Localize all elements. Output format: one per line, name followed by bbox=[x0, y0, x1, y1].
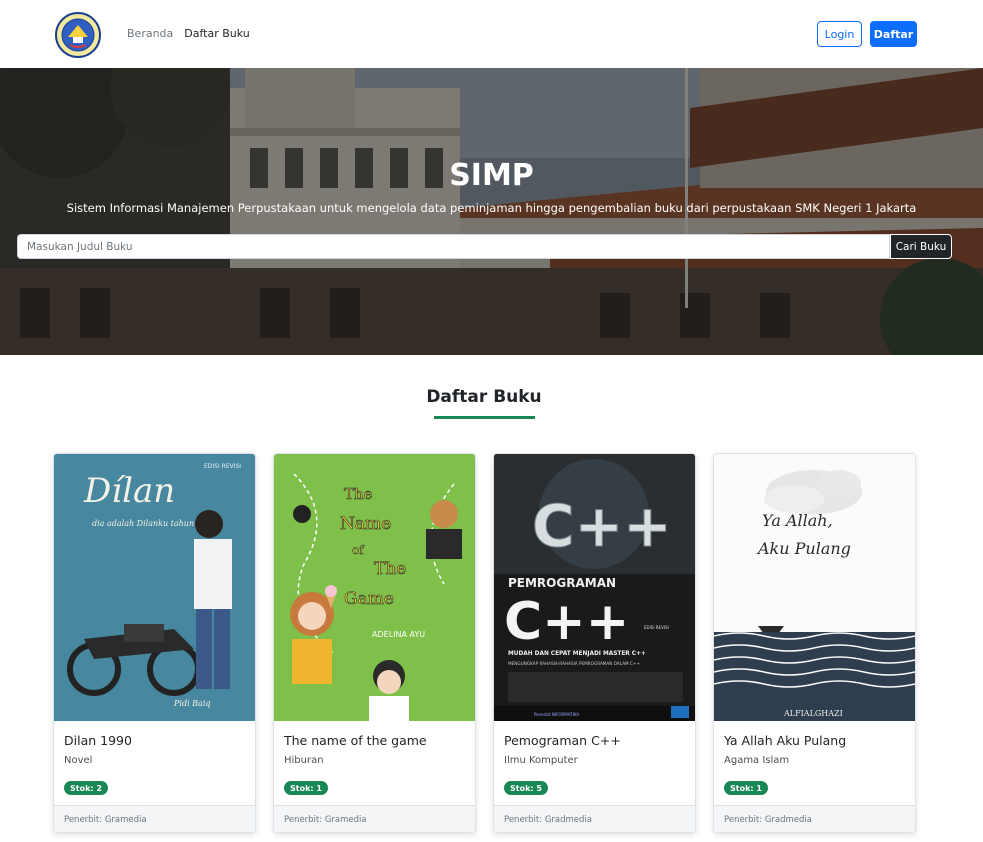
card-footer: Penerbit: Gramedia bbox=[274, 805, 475, 832]
cpp-publisher-text: Penerbit INFORMATIKA bbox=[534, 712, 579, 717]
card-footer: Penerbit: Gradmedia bbox=[714, 805, 915, 832]
section-title: Daftar Buku bbox=[426, 387, 542, 407]
yaallah-title-line1-text: Ya Allah, bbox=[762, 511, 833, 530]
search-input[interactable] bbox=[17, 234, 890, 259]
book-category: Ilmu Komputer bbox=[504, 755, 578, 766]
game-line2-text: Name bbox=[340, 514, 391, 534]
hero-banner: SIMP Sistem Informasi Manajemen Perpusta… bbox=[0, 68, 983, 355]
book-title[interactable]: Dilan 1990 bbox=[64, 733, 132, 748]
register-button[interactable]: Daftar bbox=[870, 21, 917, 47]
cpp-sub-tagline-text: MENGUNGKAP RAHASIA-RAHASIA PEMROGRAMAN D… bbox=[508, 661, 640, 666]
navbar: Beranda Daftar Buku Login Daftar bbox=[0, 0, 983, 68]
cpp-edition-text: EDISI REVISI bbox=[644, 625, 669, 630]
book-title[interactable]: The name of the game bbox=[284, 733, 427, 748]
yaallah-title-line2-text: Aku Pulang bbox=[756, 539, 851, 558]
book-category: Novel bbox=[64, 755, 93, 766]
dilan-edition-text: EDISI REVISI bbox=[204, 463, 241, 470]
cpp-logo-text: C++ bbox=[532, 492, 672, 560]
game-line3-text: of bbox=[352, 543, 365, 557]
cpp-big-text: C++ bbox=[504, 592, 629, 652]
game-line4-text: The bbox=[374, 559, 406, 579]
book-publisher: Penerbit: Gramedia bbox=[284, 815, 367, 825]
yaallah-author-text: ALFIALGHAZI bbox=[783, 709, 843, 718]
stock-badge: Stok: 2 bbox=[64, 781, 108, 795]
book-publisher: Penerbit: Gramedia bbox=[64, 815, 147, 825]
game-line5-text: Game bbox=[344, 589, 394, 609]
dilan-title-text: Dílan bbox=[83, 471, 175, 511]
search-button[interactable]: Cari Buku bbox=[890, 234, 952, 259]
stock-badge: Stok: 1 bbox=[724, 781, 768, 795]
cpp-tagline-text: MUDAH DAN CEPAT MENJADI MASTER C++ bbox=[508, 651, 646, 657]
book-category: Hiburan bbox=[284, 755, 324, 766]
dilan-author-text: Pidi Baiq bbox=[173, 699, 211, 708]
book-publisher: Penerbit: Gradmedia bbox=[504, 815, 592, 825]
dilan-cover-image[interactable]: EDISI REVISI Dílan dia adalah Dilanku ta… bbox=[54, 454, 255, 721]
book-card[interactable]: EDISI REVISI Dílan dia adalah Dilanku ta… bbox=[53, 453, 256, 833]
nav-link-daftar-buku[interactable]: Daftar Buku bbox=[184, 27, 249, 40]
cpp-heading-text: PEMROGRAMAN bbox=[508, 576, 616, 590]
stock-badge: Stok: 5 bbox=[504, 781, 548, 795]
book-title[interactable]: Ya Allah Aku Pulang bbox=[724, 733, 846, 748]
hero-subtitle: Sistem Informasi Manajemen Perpustakaan … bbox=[66, 201, 917, 215]
book-category: Agama Islam bbox=[724, 755, 790, 766]
school-logo-icon[interactable] bbox=[54, 11, 102, 59]
the-name-of-the-game-cover-image[interactable]: The Name of The Game ADELINA AYU bbox=[274, 454, 475, 721]
book-card[interactable]: Ya Allah, Aku Pulang ALFIALGHAZI Ya Alla… bbox=[713, 453, 916, 833]
section-title-underline bbox=[434, 416, 535, 419]
book-title[interactable]: Pemograman C++ bbox=[504, 733, 621, 748]
pemrograman-cpp-cover-image[interactable]: C++ PEMROGRAMAN C++ EDISI REVISI MUDAH D… bbox=[494, 454, 695, 721]
game-line1-text: The bbox=[344, 485, 373, 503]
stock-badge: Stok: 1 bbox=[284, 781, 328, 795]
nav-link-beranda[interactable]: Beranda bbox=[127, 27, 173, 40]
book-publisher: Penerbit: Gradmedia bbox=[724, 815, 812, 825]
card-footer: Penerbit: Gramedia bbox=[54, 805, 255, 832]
card-footer: Penerbit: Gradmedia bbox=[494, 805, 695, 832]
ya-allah-aku-pulang-cover-image[interactable]: Ya Allah, Aku Pulang ALFIALGHAZI bbox=[714, 454, 915, 721]
book-card[interactable]: C++ PEMROGRAMAN C++ EDISI REVISI MUDAH D… bbox=[493, 453, 696, 833]
book-card[interactable]: The Name of The Game ADELINA AYU The nam… bbox=[273, 453, 476, 833]
hero-title: SIMP bbox=[449, 158, 534, 193]
nav-links: Beranda Daftar Buku bbox=[127, 27, 250, 40]
game-author-text: ADELINA AYU bbox=[372, 630, 425, 639]
login-button[interactable]: Login bbox=[817, 21, 862, 47]
